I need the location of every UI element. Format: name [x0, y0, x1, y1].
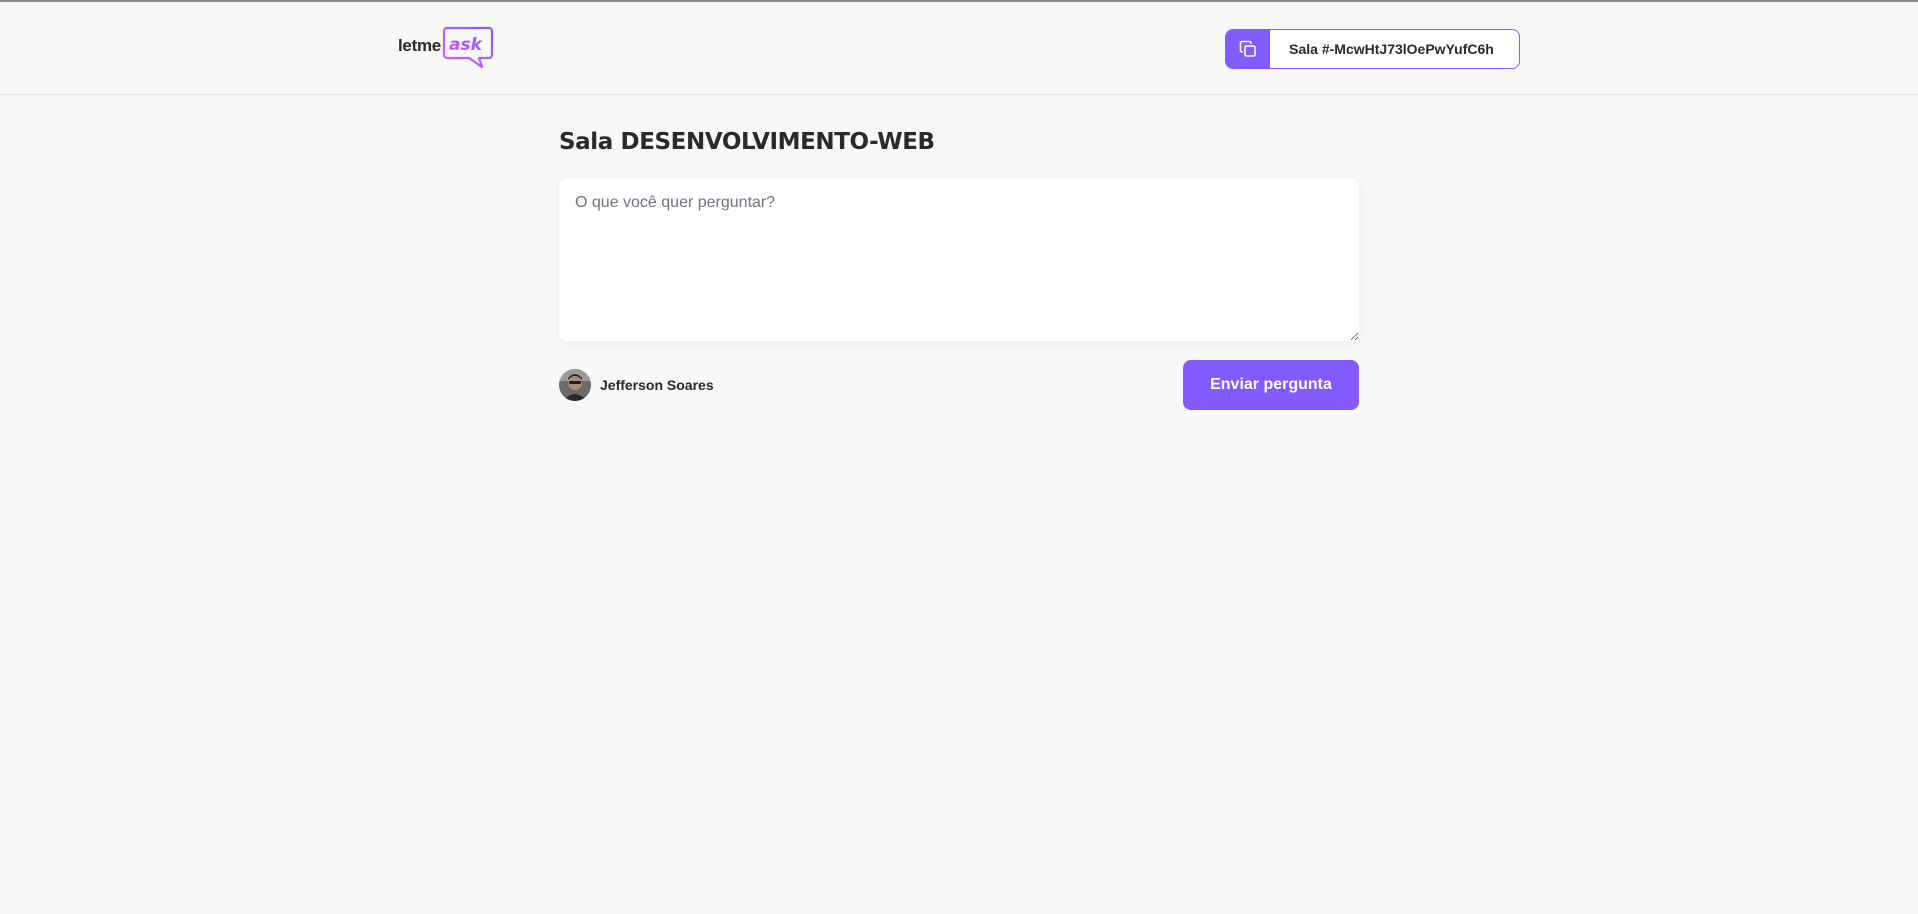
user-avatar-icon: [559, 369, 591, 401]
form-footer: Jefferson Soares Enviar pergunta: [559, 360, 1359, 410]
room-code-button[interactable]: Sala #-McwHtJ73lOePwYufC6h: [1225, 29, 1520, 69]
page-header: letme ask Sala #-McwHtJ73lOePwYufC6h: [0, 2, 1918, 95]
main-content: Sala DESENVOLVIMENTO-WEB Jefferson Soare…: [559, 95, 1359, 410]
copy-icon: [1239, 40, 1256, 57]
letmeask-logo[interactable]: letme ask: [398, 26, 494, 74]
logo-accent-text: ask: [449, 35, 484, 55]
logo-text: letme: [398, 36, 441, 55]
question-input[interactable]: [559, 178, 1359, 341]
user-info: Jefferson Soares: [559, 369, 714, 401]
avatar: [559, 369, 591, 401]
page-title: Sala DESENVOLVIMENTO-WEB: [559, 129, 935, 155]
send-question-button[interactable]: Enviar pergunta: [1183, 360, 1359, 410]
copy-button[interactable]: [1226, 30, 1270, 68]
chat-bubble-logo-icon: ask: [442, 26, 494, 69]
room-code-label: Sala #-McwHtJ73lOePwYufC6h: [1289, 41, 1494, 57]
user-name: Jefferson Soares: [600, 377, 714, 393]
